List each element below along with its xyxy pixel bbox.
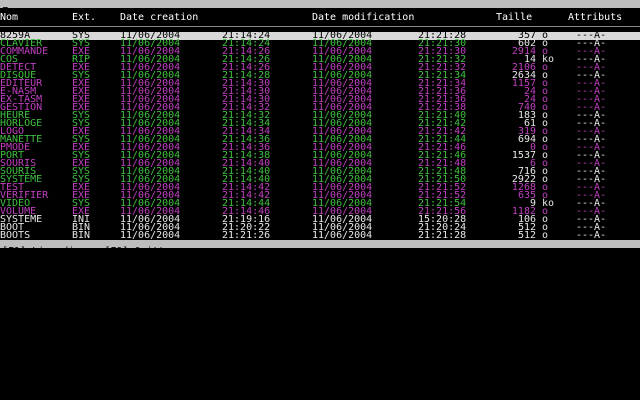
col-header-attributes[interactable]: Attributs [568, 13, 622, 23]
file-size: 512 [517, 230, 536, 241]
modification-date: 11/06/2004 [312, 230, 373, 241]
modification-time: 21:21:28 [418, 230, 467, 241]
column-header: Nom Ext. Date creation Date modification… [0, 13, 640, 24]
title-bar: Z Gestionnaire de fichier Version 1.0 12… [0, 0, 640, 33]
size-unit: o [542, 230, 549, 241]
file-size: 694 [517, 134, 536, 145]
col-header-ext[interactable]: Ext. [72, 13, 96, 23]
col-header-date-creation[interactable]: Date creation [120, 13, 198, 23]
col-header-name[interactable]: Nom [0, 13, 18, 23]
col-header-size[interactable]: Taille [496, 13, 532, 23]
file-size: 635 [517, 190, 536, 201]
key-hints: [F1] Lire disque [F9] Quitter [2, 246, 177, 257]
header-divider [0, 26, 640, 27]
creation-date: 11/06/2004 [120, 230, 181, 241]
file-size: 1537 [511, 150, 536, 161]
col-header-date-modification[interactable]: Date modification [312, 13, 414, 23]
file-name: BOOTS [0, 230, 31, 241]
status-bar: [F1] Lire disque [F9] Quitter [0, 240, 640, 257]
creation-time: 21:21:26 [222, 230, 271, 241]
file-row[interactable]: BOOTS BIN 11/06/2004 21:21:26 11/06/2004 21:2… [0, 230, 640, 241]
file-ext: BIN [72, 230, 91, 241]
file-list[interactable]: 8259A SYS 11/06/2004 21:14:24 11/06/2004 21:2… [0, 31, 640, 241]
file-attributes: ---A- [576, 230, 607, 241]
